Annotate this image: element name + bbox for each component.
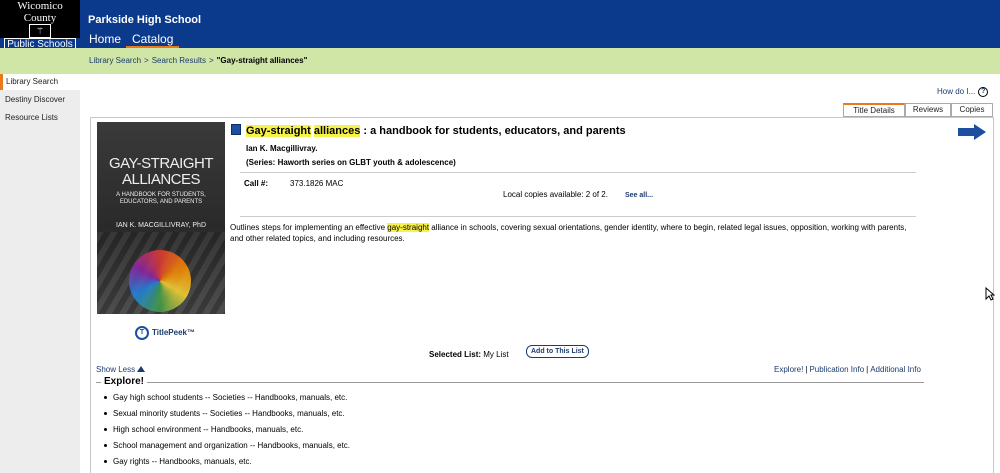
app-window: Wicomico County ⚚ Public Schools Parksid… <box>0 0 1000 473</box>
bullet-icon <box>104 444 107 448</box>
link-separator: | <box>805 365 808 374</box>
breadcrumb-current: "Gay-straight alliances" <box>216 56 308 65</box>
triangle-up-icon <box>137 366 146 372</box>
cover-color-wheel <box>129 250 191 312</box>
bullet-icon <box>104 428 107 432</box>
section-link-publication-info[interactable]: Publication Info <box>809 365 864 374</box>
bullet-icon <box>104 412 107 416</box>
bullet-icon <box>104 460 107 464</box>
breadcrumb-search-results[interactable]: Search Results <box>152 56 206 65</box>
how-do-i-label: How do I... <box>937 87 976 97</box>
call-number-label: Call #: <box>244 179 269 188</box>
breadcrumb-bar: Library Search > Search Results > "Gay-strai… <box>0 48 1000 74</box>
explore-divider <box>96 382 924 383</box>
tab-reviews[interactable]: Reviews <box>905 103 951 117</box>
explore-subject: Gay high school students -- Societies --… <box>113 393 348 402</box>
explore-subject: Gay rights -- Handbooks, manuals, etc. <box>113 457 252 466</box>
mouse-cursor-icon <box>985 287 995 301</box>
link-separator: | <box>866 365 869 374</box>
record-author: Ian K. Macgillivray. <box>246 144 318 153</box>
nav-catalog[interactable]: Catalog <box>126 32 180 48</box>
school-name: Parkside High School <box>88 14 202 26</box>
breadcrumb-separator: > <box>208 56 214 65</box>
cover-author: IAN K. MACGILLIVRAY, PhD <box>116 222 206 229</box>
list-item[interactable]: Sexual minority students -- Societies --… <box>104 408 350 424</box>
explore-subject: School management and organization -- Ha… <box>113 441 351 450</box>
sidebar-item-library-search[interactable]: Library Search <box>0 74 80 90</box>
book-icon <box>231 124 241 135</box>
tab-title-details[interactable]: Title Details <box>843 103 905 117</box>
book-cover-image[interactable]: GAY-STRAIGHT ALLIANCES A HANDBOOK FOR ST… <box>97 122 225 314</box>
add-to-list-button[interactable]: Add to This List <box>526 345 589 358</box>
summary-pre: Outlines steps for implementing an effec… <box>230 223 388 232</box>
selected-list-label: Selected List: <box>429 350 482 359</box>
logo-line-1: Wicomico County <box>17 0 63 24</box>
sidebar-item-destiny-discover[interactable]: Destiny Discover <box>0 92 80 108</box>
local-copies-status: Local copies available: 2 of 2. <box>503 190 608 199</box>
tab-copies[interactable]: Copies <box>951 103 993 117</box>
explore-subject: High school environment -- Handbooks, ma… <box>113 425 304 434</box>
titlepeek-link[interactable]: T TitlePeek™ <box>135 326 195 340</box>
logo-emblem-icon: ⚚ <box>29 24 51 38</box>
explore-list: Gay high school students -- Societies --… <box>104 392 350 472</box>
nav-home[interactable]: Home <box>89 32 121 46</box>
how-do-i-link[interactable]: How do I...? <box>937 87 989 97</box>
breadcrumb-library-search[interactable]: Library Search <box>89 56 141 65</box>
sidebar: Library Search Destiny Discover Resource… <box>0 74 80 473</box>
help-icon: ? <box>978 87 989 97</box>
breadcrumb-separator: > <box>144 56 149 65</box>
summary-highlight: gay-straight <box>387 223 430 232</box>
list-item[interactable]: School management and organization -- Ha… <box>104 440 350 456</box>
selected-list-value: My List <box>483 350 509 359</box>
record-summary: Outlines steps for implementing an effec… <box>230 222 918 244</box>
call-number-value: 373.1826 MAC <box>290 179 344 188</box>
cover-subtitle: A HANDBOOK FOR STUDENTS, EDUCATORS, AND … <box>116 192 206 205</box>
record-title: Gay-straight alliances : a handbook for … <box>246 125 626 137</box>
record-series: (Series: Haworth series on GLBT youth & … <box>246 158 456 167</box>
sidebar-item-resource-lists[interactable]: Resource Lists <box>0 110 80 126</box>
district-logo[interactable]: Wicomico County ⚚ Public Schools <box>0 0 80 51</box>
divider <box>240 216 916 217</box>
explore-heading: Explore! <box>101 376 148 387</box>
title-highlight-2: alliances <box>313 125 361 137</box>
cover-title: GAY-STRAIGHT ALLIANCES <box>108 155 214 188</box>
explore-subject: Sexual minority students -- Societies --… <box>113 409 345 418</box>
selected-list: Selected List: My List <box>429 350 509 359</box>
titlepeek-icon: T <box>135 326 149 340</box>
section-links: Explore! | Publication Info | Additional Inf… <box>774 365 921 374</box>
list-item[interactable]: High school environment -- Handbooks, ma… <box>104 424 350 440</box>
show-less-label: Show Less <box>96 365 136 374</box>
title-rest: : a handbook for students, educators, an… <box>360 125 626 137</box>
titlepeek-label: TitlePeek™ <box>152 328 195 338</box>
section-link-additional-info[interactable]: Additional Info <box>870 365 921 374</box>
section-link-explore[interactable]: Explore! <box>774 365 803 374</box>
see-all-link[interactable]: See all... <box>625 192 653 199</box>
list-item[interactable]: Gay rights -- Handbooks, manuals, etc. <box>104 456 350 472</box>
title-highlight-1: Gay-straight <box>246 125 311 137</box>
bullet-icon <box>104 396 107 400</box>
list-item[interactable]: Gay high school students -- Societies --… <box>104 392 350 408</box>
site-header: Wicomico County ⚚ Public Schools Parksid… <box>0 0 1000 51</box>
show-less-link[interactable]: Show Less <box>96 365 146 374</box>
divider <box>240 172 916 173</box>
breadcrumb: Library Search > Search Results > "Gay-strai… <box>89 56 307 65</box>
next-record-arrow-icon[interactable] <box>958 124 986 140</box>
